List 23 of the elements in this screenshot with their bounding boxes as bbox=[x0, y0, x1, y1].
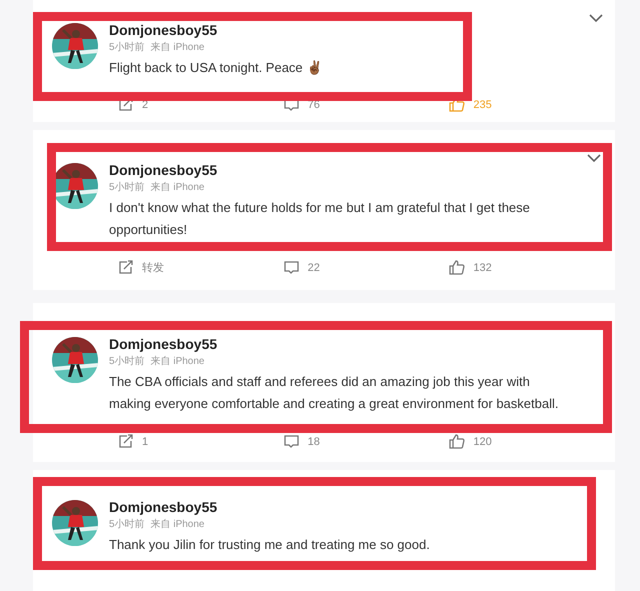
username[interactable]: Domjonesboy55 bbox=[109, 335, 561, 353]
post-text: Flight back to USA tonight. Peace ✌🏾 bbox=[109, 59, 322, 77]
post-source: 来自 iPhone bbox=[150, 40, 204, 55]
like-count[interactable]: 120 bbox=[473, 436, 492, 448]
post-source: 来自 iPhone bbox=[150, 180, 204, 195]
comment-count[interactable]: 22 bbox=[308, 262, 320, 274]
like-count[interactable]: 132 bbox=[473, 262, 492, 274]
repost-count[interactable]: 1 bbox=[142, 436, 148, 448]
post-time: 5小时前 bbox=[109, 40, 145, 55]
like-count[interactable]: 235 bbox=[473, 98, 492, 110]
repost-count[interactable]: 转发 bbox=[142, 260, 164, 275]
post-time: 5小时前 bbox=[109, 354, 145, 369]
username[interactable]: Domjonesboy55 bbox=[109, 21, 322, 39]
post-text: I don't know what the future holds for me but I am grateful that I get these opportunities! bbox=[109, 199, 531, 239]
post-source: 来自 iPhone bbox=[150, 518, 204, 532]
post-text: The CBA officials and staff and referees did an amazing job this year with making everyone comfortable and creating a great environment for basketball. bbox=[109, 373, 560, 413]
post-text: Thank you Jilin for trusting me and treating me so good. bbox=[109, 536, 430, 554]
username[interactable]: Domjonesboy55 bbox=[109, 161, 599, 179]
post-source: 来自 iPhone bbox=[150, 354, 204, 369]
username[interactable]: Domjonesboy55 bbox=[109, 498, 430, 516]
post-time: 5小时前 bbox=[109, 180, 145, 195]
post-time: 5小时前 bbox=[109, 518, 145, 532]
comment-count[interactable]: 18 bbox=[308, 436, 320, 448]
